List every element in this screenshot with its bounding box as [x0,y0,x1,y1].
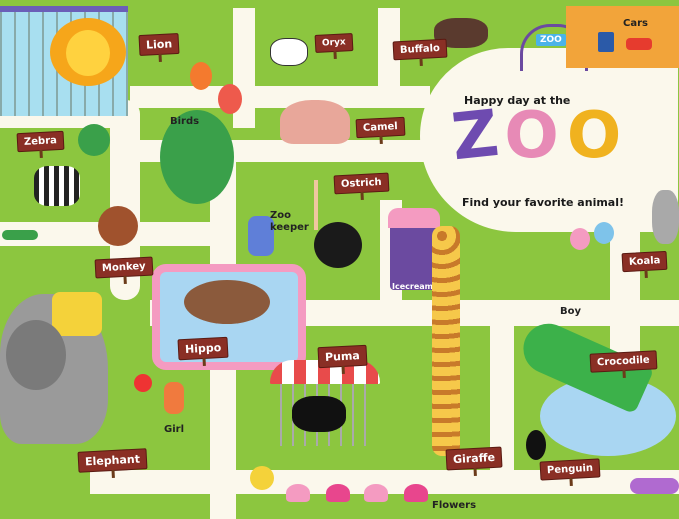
title-letter-o1: O [504,99,561,173]
puma-icon [292,396,346,432]
sign-camel[interactable]: Camel [355,116,406,139]
sign-giraffe[interactable]: Giraffe [445,446,503,471]
boy-label: Boy [560,306,582,317]
cars-label: Cars [623,18,648,29]
flower-icon-2 [326,484,350,502]
worm-icon [630,478,679,494]
sign-penguin[interactable]: Penguin [539,458,601,481]
oryx-icon [270,38,308,66]
penguin-icon [526,430,546,460]
sign-hippo[interactable]: Hippo [177,336,229,361]
flower-icon-4 [404,484,428,502]
girl-icon [164,382,184,414]
zookeeper-label-2: keeper [270,222,309,233]
zoo-map: Happy day at the ZOO Find your favorite … [0,0,679,519]
koala-icon [652,190,679,244]
path-horizontal-1 [130,86,430,108]
butterfly-icon [250,466,274,490]
sign-oryx[interactable]: Oryx [314,33,354,53]
birds-label: Birds [170,116,200,127]
hippo-icon [184,280,270,324]
balloon-orange-icon [190,62,212,90]
sign-ostrich[interactable]: Ostrich [333,172,390,195]
lion-face [66,30,110,76]
sign-elephant[interactable]: Elephant [77,448,148,473]
icecream-label: Icecream [392,282,433,291]
sign-koala[interactable]: Koala [621,250,668,273]
sign-puma[interactable]: Puma [317,344,368,369]
balloon-red-icon [218,84,242,114]
title-letter-z: Z [448,96,505,176]
icecream-top [388,208,440,228]
sign-crocodile[interactable]: Crocodile [589,350,658,373]
girl-label: Girl [164,424,184,435]
sign-buffalo[interactable]: Buffalo [392,38,448,61]
monkey-icon [98,206,138,246]
title-line-2: Find your favorite animal! [462,196,625,209]
car-icon [626,38,652,50]
flowers-label: Flowers [432,500,477,511]
tree-icon-small [78,124,110,156]
ostrich-icon [314,222,362,268]
elephant-ear [6,320,66,390]
zoo-gate-sign: ZOO [536,34,566,46]
caterpillar-icon [2,230,38,240]
zookeeper-label-1: Zoo [270,210,291,221]
ostrich-neck [314,180,318,230]
elephant-blanket [52,292,102,336]
truck-icon [598,32,614,52]
sign-lion[interactable]: Lion [138,32,180,57]
giraffe-icon [432,226,460,456]
boy-balloon-icon-2 [594,222,614,244]
sign-monkey[interactable]: Monkey [94,256,154,279]
title-zoo: ZOO [448,96,624,176]
title-letter-o2: O [566,99,624,173]
camel-icon [280,100,350,144]
boy-balloon-icon [570,228,590,250]
flower-icon-1 [286,484,310,502]
car-park [566,6,679,68]
sign-zebra[interactable]: Zebra [16,130,65,153]
flower-icon-3 [364,484,388,502]
zebra-icon [34,166,80,206]
apple-icon [134,374,152,392]
